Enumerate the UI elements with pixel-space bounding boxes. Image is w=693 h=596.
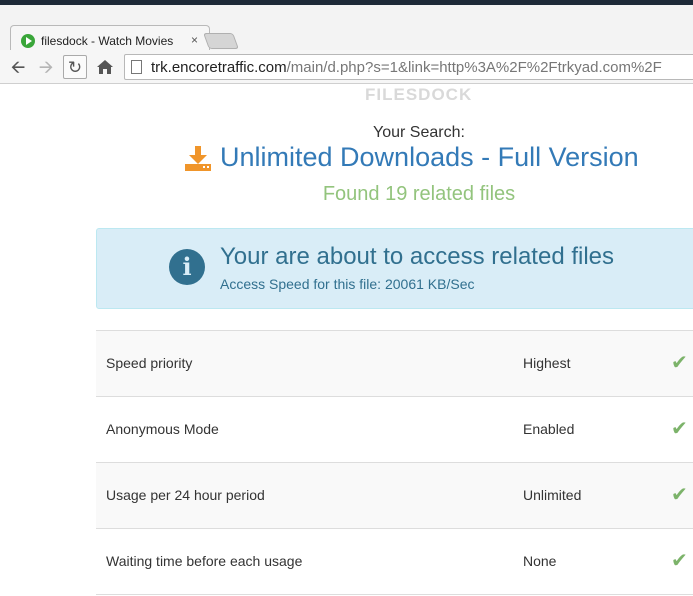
feature-table: Speed priority Highest ✔ Anonymous Mode … [96,330,693,595]
reload-icon: ↻ [67,58,83,77]
forward-button[interactable]: 🡪 [34,55,58,79]
info-alert: i Your are about to access related files… [96,228,693,309]
download-title[interactable]: Unlimited Downloads - Full Version [184,142,639,173]
checkmark-icon: ✔ [671,484,688,506]
url-host: trk.encoretraffic.com [151,59,287,76]
arrow-left-icon: 🡨 [10,57,26,77]
reload-button[interactable]: ↻ [63,55,87,79]
play-icon [21,34,35,48]
info-subtitle: Access Speed for this file: 20061 KB/Sec [220,276,475,292]
table-row: Anonymous Mode Enabled ✔ [96,397,693,463]
download-link-text[interactable]: Unlimited Downloads - Full Version [220,142,639,173]
new-tab-button[interactable] [203,33,239,49]
url-path: /main/d.php?s=1&link=http%3A%2F%2Ftrkyad… [286,59,662,76]
feature-value: Enabled [523,421,575,437]
browser-toolbar: 🡨 🡪 ↻ trk.encoretraffic.com/main/d.php?s… [0,50,693,84]
home-button[interactable] [93,55,117,79]
address-bar[interactable]: trk.encoretraffic.com/main/d.php?s=1&lin… [124,54,693,80]
checkmark-icon: ✔ [671,352,688,374]
feature-value: None [523,553,557,569]
arrow-right-icon: 🡪 [38,57,54,77]
feature-value: Unlimited [523,487,582,503]
home-icon [97,60,113,74]
page-icon [131,60,142,74]
checkmark-icon: ✔ [671,550,688,572]
search-label: Your Search: [373,124,465,141]
found-files-count: Found 19 related files [322,183,516,205]
tab-close-button[interactable]: × [191,33,198,47]
table-row: Speed priority Highest ✔ [96,331,693,397]
feature-value: Highest [523,355,571,371]
info-icon: i [169,249,205,285]
feature-name: Waiting time before each usage [106,553,303,569]
tab-title: filesdock - Watch Movies [41,34,174,48]
table-row: Usage per 24 hour period Unlimited ✔ [96,463,693,529]
table-row: Waiting time before each usage None ✔ [96,529,693,595]
feature-name: Speed priority [106,355,193,371]
url-text: trk.encoretraffic.com/main/d.php?s=1&lin… [151,59,662,76]
feature-name: Anonymous Mode [106,421,219,437]
site-logo: FILESDOCK [365,85,473,104]
info-title: Your are about to access related files [220,243,615,270]
checkmark-icon: ✔ [671,418,688,440]
back-button[interactable]: 🡨 [6,55,30,79]
tab-strip: filesdock - Watch Movies × [0,5,693,55]
download-icon [185,145,211,171]
feature-name: Usage per 24 hour period [106,487,265,503]
